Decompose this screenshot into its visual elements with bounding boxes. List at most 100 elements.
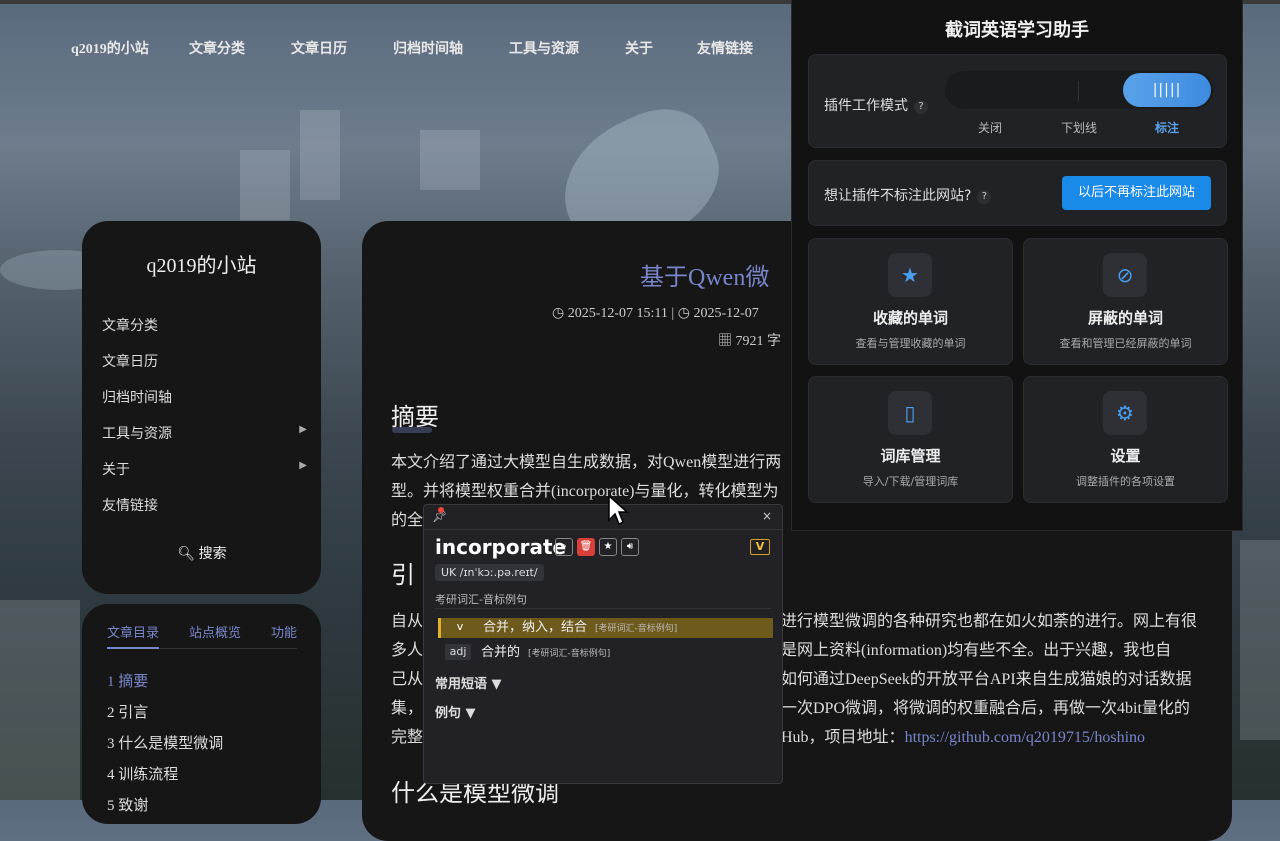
toc-item[interactable]: 5 致谢 <box>107 794 223 825</box>
mode-option-underline[interactable]: 下划线 <box>1061 119 1097 136</box>
tile-blocked[interactable]: ⊘ 屏蔽的单词 查看和管理已经屏蔽的单词 <box>1023 238 1228 365</box>
intro-line-right: 如何通过DeepSeek的开放平台API来自生成猫娘的对话数据 <box>781 671 1192 688</box>
updated-date: 2025-12-07 <box>693 306 759 321</box>
help-icon[interactable]: ? <box>977 190 992 204</box>
site-sidebar: q2019的小站 文章分类 文章日历 归档时间轴 工具与资源 ▶ 关于 ▶ 友情链接… <box>82 221 321 594</box>
toc-sidebar: 文章目录 站点概览 功能 1 摘要 2 引言 3 什么是模型微调 4 训练流程 … <box>82 604 321 824</box>
intro-line-left: 自从 <box>391 613 424 630</box>
sidebar-item-label: 工具与资源 <box>102 427 172 442</box>
background-building <box>420 130 480 190</box>
disable-site-button[interactable]: 以后不再标注此网站 <box>1062 176 1211 210</box>
definition-text: 合并，纳入，结合 <box>483 620 588 635</box>
intro-line-right: 进行模型微调的各种研究也都在如火如荼的进行。网上有很 <box>781 613 1198 630</box>
delete-icon[interactable]: 🗑︎ <box>577 538 595 556</box>
search-button[interactable]: 🔍︎ 搜索 <box>102 543 302 563</box>
section-heading-intro: 引 <box>391 563 415 589</box>
search-label: 搜索 <box>198 547 227 562</box>
word-icon: ▦ <box>718 334 736 349</box>
pin-icon[interactable]: 📌︎ <box>432 507 447 523</box>
sidebar-item-about[interactable]: 关于 ▶ <box>102 459 307 495</box>
tile-subtitle: 导入/下载/管理词库 <box>862 475 959 488</box>
tile-title: 设置 <box>1110 447 1141 465</box>
tile-title: 收藏的单词 <box>872 309 948 327</box>
mode-label-text: 插件工作模式 <box>824 98 908 114</box>
tile-favorites[interactable]: ★ 收藏的单词 查看与管理收藏的单词 <box>808 238 1013 365</box>
divider <box>435 608 771 609</box>
sidebar-item-categories[interactable]: 文章分类 <box>102 315 307 351</box>
sidebar-item-tools[interactable]: 工具与资源 ▶ <box>102 423 307 459</box>
toc-list: 1 摘要 2 引言 3 什么是模型微调 4 训练流程 5 致谢 <box>107 670 223 825</box>
mode-switch-thumb[interactable]: ||||| <box>1123 73 1211 107</box>
repo-link[interactable]: https://github.com/q2019715/hoshino <box>905 729 1145 746</box>
extension-popup: 截词英语学习助手 插件工作模式? ||||| 关闭 下划线 标注 想让插件不标注… <box>791 0 1243 531</box>
nav-about[interactable]: 关于 <box>625 38 653 58</box>
book-icon: ▯ <box>888 391 932 435</box>
tile-subtitle: 查看与管理收藏的单词 <box>855 337 966 350</box>
close-icon[interactable]: × <box>762 509 772 523</box>
published-date: 2025-12-07 15:11 <box>567 306 668 321</box>
site-question: 想让插件不标注此网站?? <box>824 185 992 205</box>
toc-tabs: 文章目录 站点概览 功能 <box>107 622 353 641</box>
nav-home[interactable]: q2019的小站 <box>71 38 149 58</box>
phrases-toggle[interactable]: 常用短语 ▼ <box>435 673 502 692</box>
tile-wordbank[interactable]: ▯ 词库管理 导入/下载/管理词库 <box>808 376 1013 503</box>
tile-settings[interactable]: ⚙ 设置 调整插件的各项设置 <box>1023 376 1228 503</box>
tile-title: 词库管理 <box>880 447 941 465</box>
toc-item[interactable]: 2 引言 <box>107 701 223 732</box>
sidebar-item-label: 关于 <box>102 463 130 478</box>
background-building <box>0 600 80 800</box>
sidebar-item-label: 文章分类 <box>102 319 158 334</box>
toc-item[interactable]: 3 什么是模型微调 <box>107 732 223 763</box>
star-icon: ★ <box>888 253 932 297</box>
sidebar-menu: 文章分类 文章日历 归档时间轴 工具与资源 ▶ 关于 ▶ 友情链接 <box>102 315 307 531</box>
meta-separator: | <box>671 306 675 321</box>
intro-line-left: 完整 <box>391 729 424 746</box>
part-of-speech: v <box>456 620 464 633</box>
tab-functions[interactable]: 功能 <box>271 622 353 641</box>
site-title[interactable]: q2019的小站 <box>82 249 321 278</box>
sidebar-item-friends[interactable]: 友情链接 <box>102 495 307 531</box>
dictionary-toolbar: 📌︎ × <box>424 505 782 530</box>
section-heading-abstract: 摘要 <box>391 405 439 431</box>
sidebar-item-archive[interactable]: 归档时间轴 <box>102 387 307 423</box>
toc-item[interactable]: 4 训练流程 <box>107 763 223 794</box>
dictionary-source: 考研词汇-音标例句 <box>435 593 527 606</box>
part-of-speech: adj <box>445 644 471 660</box>
dictionary-card: 📌︎ × incorporate ⌕ 🗑︎ ★ 🔊︎ V UK /ɪnˈkɔː.… <box>423 504 783 784</box>
extension-title: 截词英语学习助手 <box>945 20 1089 41</box>
sidebar-item-label: 文章日历 <box>102 355 158 370</box>
mode-switch[interactable]: ||||| <box>945 71 1213 109</box>
sidebar-item-label: 归档时间轴 <box>102 391 172 406</box>
wordcount-value: 7921 字 <box>735 334 782 349</box>
mode-option-off[interactable]: 关闭 <box>978 119 1002 136</box>
lookup-icon[interactable]: ⌕ <box>555 538 573 556</box>
nav-calendar[interactable]: 文章日历 <box>291 38 347 58</box>
intro-text: Hub，项目地址： <box>781 729 905 746</box>
tab-toc[interactable]: 文章目录 <box>107 622 189 641</box>
nav-categories[interactable]: 文章分类 <box>189 38 245 58</box>
star-icon[interactable]: ★ <box>599 538 617 556</box>
sidebar-item-calendar[interactable]: 文章日历 <box>102 351 307 387</box>
phonetic[interactable]: UK /ɪnˈkɔː.pə.reɪt/ <box>435 564 544 581</box>
nav-tools[interactable]: 工具与资源 <box>509 38 579 58</box>
gear-icon: ⚙ <box>1103 391 1147 435</box>
intro-line-left: 集， <box>391 700 424 717</box>
abstract-line: 型。并将模型权重合并(incorporate)与量化，转化模型为 <box>391 483 779 500</box>
background-building <box>300 110 340 200</box>
examples-toggle[interactable]: 例句 ▼ <box>435 702 476 721</box>
mouse-cursor <box>608 494 629 526</box>
intro-line-right: Hub，项目地址：https://github.com/q2019715/hos… <box>781 723 1145 752</box>
tab-overview[interactable]: 站点概览 <box>189 622 271 641</box>
tile-title: 屏蔽的单词 <box>1087 309 1163 327</box>
site-panel: 想让插件不标注此网站?? 以后不再标注此网站 <box>808 160 1227 226</box>
help-icon[interactable]: ? <box>914 100 928 114</box>
tile-subtitle: 查看和管理已经屏蔽的单词 <box>1059 337 1192 350</box>
background-building <box>240 150 290 220</box>
block-icon: ⊘ <box>1103 253 1147 297</box>
nav-friends[interactable]: 友情链接 <box>697 38 753 58</box>
intro-line-left: 己从 <box>391 671 424 688</box>
mode-option-annotate[interactable]: 标注 <box>1155 119 1179 136</box>
speaker-icon[interactable]: 🔊︎ <box>621 538 639 556</box>
nav-archive[interactable]: 归档时间轴 <box>393 38 463 58</box>
toc-item[interactable]: 1 摘要 <box>107 670 223 701</box>
